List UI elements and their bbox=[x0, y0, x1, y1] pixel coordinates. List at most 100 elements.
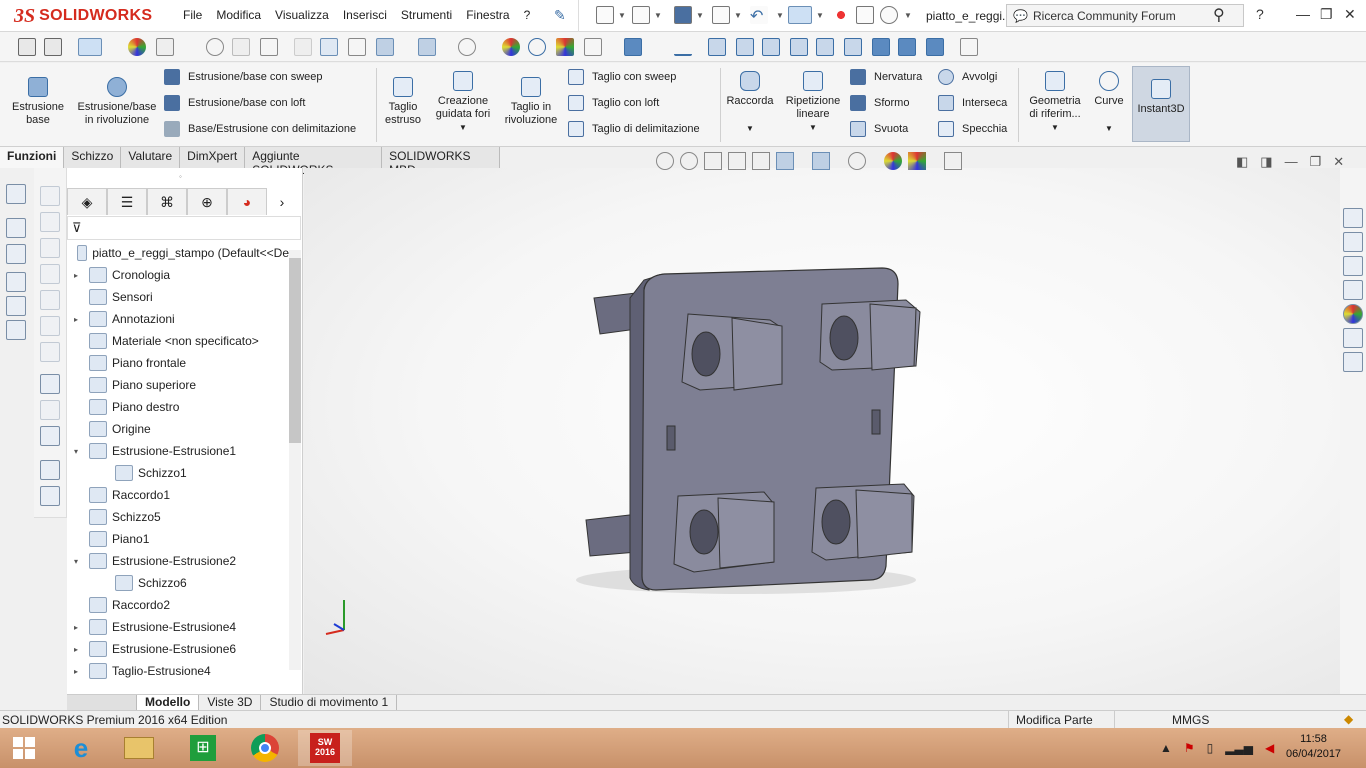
trimetric-view-icon[interactable] bbox=[898, 38, 916, 56]
graphics-area[interactable] bbox=[304, 168, 1340, 694]
minimize-icon[interactable]: — bbox=[1296, 6, 1310, 22]
zoom-to-area-icon[interactable] bbox=[680, 152, 698, 170]
doc-restore-icon[interactable]: ❐ bbox=[1310, 154, 1322, 170]
tree-node[interactable]: ▸ Cronologia bbox=[67, 264, 289, 286]
tab-valutare[interactable]: Valutare bbox=[121, 147, 181, 168]
view-palette-icon[interactable] bbox=[1343, 280, 1363, 300]
expand-toggle-icon[interactable]: ▸ bbox=[71, 667, 81, 676]
estrusione-rivoluzione-button[interactable]: Estrusione/base in rivoluzione bbox=[72, 77, 162, 127]
view-orientation-small-icon[interactable] bbox=[776, 152, 794, 170]
apply-scene-icon[interactable] bbox=[528, 38, 546, 56]
expand-toggle-icon[interactable]: ▸ bbox=[71, 271, 81, 280]
tree-node[interactable]: Raccordo1 bbox=[67, 484, 289, 506]
traffic-light-icon[interactable] bbox=[832, 6, 850, 24]
panel-tabs-more-icon[interactable]: › bbox=[267, 188, 297, 215]
tree-node[interactable]: ▸ Annotazioni bbox=[67, 308, 289, 330]
tree-node[interactable]: ▸ Estrusione-Estrusione4 bbox=[67, 616, 289, 638]
feature-manager-tab-icon[interactable]: ◈ bbox=[67, 188, 107, 215]
save-icon[interactable] bbox=[674, 6, 692, 24]
zoom-area-icon[interactable] bbox=[232, 38, 250, 56]
solidworks-logo[interactable]: 3S SOLIDWORKS bbox=[14, 5, 152, 27]
3d-box-icon[interactable] bbox=[624, 38, 642, 56]
reference-geometry-button[interactable]: Geometria di riferim... ▼ bbox=[1022, 71, 1088, 134]
shell-button[interactable]: Svuota bbox=[850, 121, 908, 137]
show-hidden-icons[interactable]: ▲ bbox=[1160, 741, 1172, 755]
expand-toggle-icon[interactable]: ▸ bbox=[71, 623, 81, 632]
section-view-small-icon[interactable] bbox=[728, 152, 746, 170]
open-folder-icon[interactable] bbox=[632, 6, 650, 24]
sweep-boss-button[interactable]: Estrusione/base con sweep bbox=[164, 69, 323, 85]
new-document-icon[interactable] bbox=[596, 6, 614, 24]
tab-funzioni[interactable]: Funzioni bbox=[0, 147, 65, 168]
dynamic-annotation-icon[interactable] bbox=[320, 38, 338, 56]
tree-node[interactable]: ▸ Taglio-Estrusione4 bbox=[67, 660, 289, 682]
menu-modifica[interactable]: Modifica bbox=[209, 8, 268, 22]
tree-node[interactable]: Raccordo2 bbox=[67, 594, 289, 616]
view-settings-icon[interactable] bbox=[556, 38, 574, 56]
tree-node[interactable]: Sensori bbox=[67, 286, 289, 308]
section-view-icon[interactable] bbox=[294, 38, 312, 56]
revolved-cut-button[interactable]: Taglio in rivoluzione bbox=[500, 77, 562, 127]
bottom-tab-viste-3d[interactable]: Viste 3D bbox=[199, 695, 262, 710]
right-view-icon[interactable] bbox=[790, 38, 808, 56]
previous-view-small-icon[interactable] bbox=[704, 152, 722, 170]
tree-node[interactable]: Schizzo6 bbox=[67, 572, 289, 594]
expand-toggle-icon[interactable]: ▸ bbox=[71, 315, 81, 324]
bottom-tab-studio-di-movimento-1[interactable]: Studio di movimento 1 bbox=[261, 695, 398, 710]
estrusione-base-button[interactable]: Estrusione base bbox=[6, 77, 70, 127]
part-icon[interactable] bbox=[6, 184, 26, 204]
bottom-view-icon[interactable] bbox=[844, 38, 862, 56]
tree-node[interactable]: ▸ Estrusione-Estrusione6 bbox=[67, 638, 289, 660]
intersect-button[interactable]: Interseca bbox=[938, 95, 1007, 111]
boundary-boss-button[interactable]: Base/Estrusione con delimitazione bbox=[164, 121, 356, 137]
select-icon[interactable] bbox=[78, 38, 102, 56]
display-style-small-icon[interactable] bbox=[812, 152, 830, 170]
doc-minimize-icon[interactable]: — bbox=[1285, 154, 1298, 170]
instant3d-button[interactable]: Instant3D bbox=[1132, 66, 1190, 142]
signal-icon[interactable]: ▂▃▅ bbox=[1225, 741, 1253, 755]
menu-visualizza[interactable]: Visualizza bbox=[268, 8, 336, 22]
dynamic-annotation-small-icon[interactable] bbox=[752, 152, 770, 170]
display-style-icon[interactable] bbox=[418, 38, 436, 56]
design-library-icon[interactable] bbox=[1343, 232, 1363, 252]
extrude-tool-icon[interactable] bbox=[6, 218, 26, 238]
previous-view-icon[interactable] bbox=[260, 38, 278, 56]
hide-show-small-icon[interactable] bbox=[848, 152, 866, 170]
pin-icon[interactable]: ✎ bbox=[554, 7, 566, 24]
panel-grip-icon[interactable]: ◦ bbox=[179, 172, 182, 181]
lofted-cut-button[interactable]: Taglio con loft bbox=[568, 95, 659, 111]
taglio-estruso-button[interactable]: Taglio estruso bbox=[380, 77, 426, 127]
restore-icon[interactable]: ❐ bbox=[1320, 6, 1333, 23]
boundary-cut-button[interactable]: Taglio di delimitazione bbox=[568, 121, 700, 137]
linear-pattern-button[interactable]: Ripetizione lineare ▼ bbox=[780, 71, 846, 134]
curve-tool-icon[interactable] bbox=[6, 320, 26, 340]
unit-system[interactable]: MMGS bbox=[1172, 713, 1209, 727]
action-center-icon[interactable]: ⚑ bbox=[1184, 741, 1195, 755]
top-view-icon[interactable] bbox=[816, 38, 834, 56]
rotate-icon[interactable] bbox=[348, 38, 366, 56]
view-settings-small-icon[interactable] bbox=[944, 152, 962, 170]
hide-show-items-icon[interactable] bbox=[458, 38, 476, 56]
scene-small-icon[interactable] bbox=[908, 152, 926, 170]
layers-icon[interactable] bbox=[44, 38, 62, 56]
curve-sketch-icon[interactable] bbox=[40, 374, 60, 394]
raccorda-button[interactable]: Raccorda ▼ bbox=[724, 71, 776, 135]
loft-boss-button[interactable]: Estrusione/base con loft bbox=[164, 95, 305, 111]
front-view-icon[interactable] bbox=[708, 38, 726, 56]
chrome-button[interactable] bbox=[238, 730, 292, 766]
part-small-icon[interactable] bbox=[40, 460, 60, 480]
search-icon[interactable]: ⚲ bbox=[1213, 5, 1225, 25]
configuration-icon[interactable] bbox=[40, 486, 60, 506]
search-box[interactable]: 💬 Ricerca Community Forum ⚲ bbox=[1006, 4, 1244, 27]
left-view-icon[interactable] bbox=[762, 38, 780, 56]
start-button[interactable] bbox=[0, 730, 48, 766]
expand-toggle-icon[interactable]: ▾ bbox=[71, 557, 81, 566]
bottom-tab-modello[interactable]: Modello bbox=[137, 695, 200, 710]
solidworks-taskbar-button[interactable]: SW 2016 bbox=[298, 730, 352, 766]
forum-icon[interactable] bbox=[1343, 352, 1363, 372]
expand-toggle-icon[interactable]: ▸ bbox=[71, 645, 81, 654]
display-manager-tab-icon[interactable]: ◕ bbox=[227, 188, 267, 215]
tree-filter[interactable]: ⊽ bbox=[67, 216, 301, 240]
3d-model-view[interactable] bbox=[304, 168, 1340, 694]
file-explorer-button[interactable] bbox=[112, 730, 166, 766]
